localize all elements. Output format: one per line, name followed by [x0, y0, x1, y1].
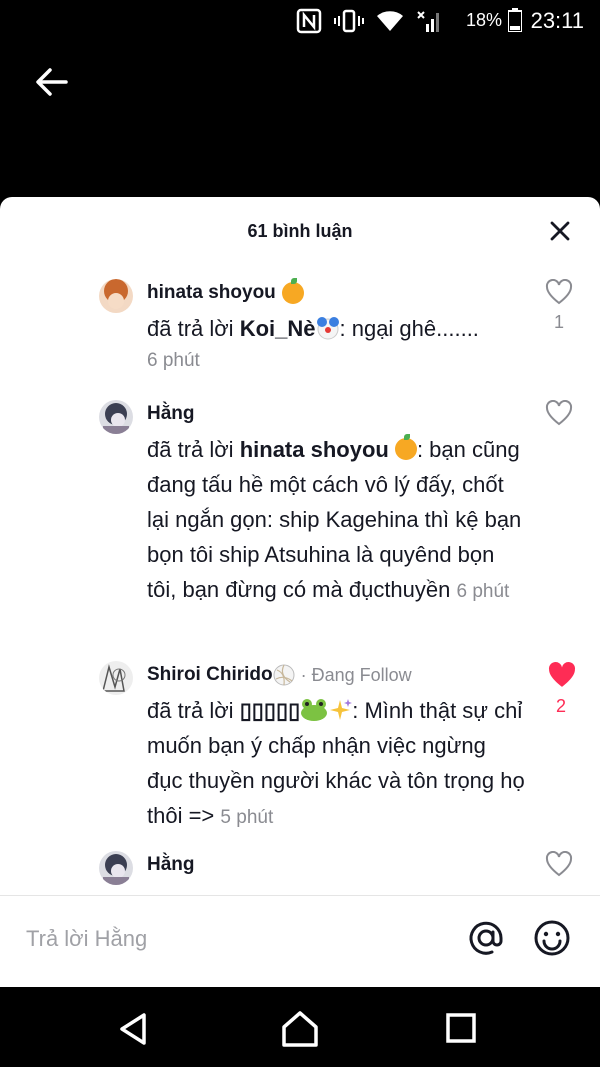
reply-prefix: đã trả lời: [147, 698, 234, 723]
username-text[interactable]: hinata shoyou: [147, 279, 276, 307]
signal-icon: [417, 11, 439, 32]
status-bar: 18% 23:11: [0, 0, 600, 42]
orange-emoji-icon: [281, 278, 304, 304]
reply-to-user[interactable]: ▯▯▯▯▯: [240, 698, 301, 723]
heart-outline-icon[interactable]: [545, 399, 573, 426]
status-icons: [296, 8, 442, 34]
comment-username[interactable]: Hằng: [147, 851, 527, 879]
nav-recents-icon[interactable]: [442, 1009, 482, 1049]
sparkles-emoji-icon: [330, 699, 353, 720]
comment-text: đã trả lời ▯▯▯▯▯: Mình thật sự chỉ muốn …: [147, 693, 527, 835]
frog-emoji-icon: [301, 699, 328, 721]
reply-input[interactable]: Trả lời Hằng: [26, 926, 147, 952]
comment-count-title: 61 bình luận: [247, 221, 353, 241]
battery-icon: [508, 8, 522, 32]
avatar[interactable]: [99, 400, 133, 434]
username-text[interactable]: Hằng: [147, 400, 195, 428]
close-icon[interactable]: [548, 219, 572, 243]
volleyball-emoji-icon: [273, 664, 295, 686]
comment-body: : ngại ghê.......: [339, 316, 479, 341]
username-text[interactable]: Shiroi Chirido: [147, 661, 273, 689]
battery-percent: 18%: [465, 10, 502, 30]
username-text[interactable]: Hằng: [147, 851, 195, 879]
comment-text: đã trả lời hinata shoyou : bạn cũng đang…: [147, 432, 527, 609]
like-count: 2: [555, 696, 566, 716]
back-arrow-icon[interactable]: [32, 62, 72, 102]
comment-username[interactable]: Hằng: [147, 400, 527, 428]
following-status[interactable]: · Đang Follow: [301, 661, 412, 689]
reply-prefix: đã trả lời: [147, 316, 234, 341]
mention-icon[interactable]: [466, 918, 506, 958]
reply-to-user[interactable]: Koi_Nè: [240, 316, 316, 341]
avatar[interactable]: [99, 279, 133, 313]
like-button[interactable]: [544, 399, 574, 431]
comment-username[interactable]: hinata shoyou: [147, 278, 527, 307]
nav-back-icon[interactable]: [114, 1009, 154, 1049]
reply-bar: Trả lời Hằng: [0, 895, 600, 987]
wifi-icon: [377, 11, 403, 31]
clock: 23:11: [530, 8, 584, 33]
like-button[interactable]: 2: [546, 661, 576, 717]
emoji-icon[interactable]: [532, 918, 572, 958]
like-button[interactable]: [544, 850, 574, 882]
heart-filled-icon[interactable]: [546, 661, 578, 689]
comment-item: hinata shoyou đã trả lời Koi_Nè : ngại gh…: [99, 278, 600, 372]
comment-item: Shiroi Chirido · Đang Follow đã trả lời …: [99, 661, 600, 835]
like-count: 1: [553, 312, 564, 332]
comment-time: 6 phút: [456, 581, 510, 602]
nav-home-icon[interactable]: [280, 1009, 320, 1049]
heart-outline-icon[interactable]: [545, 850, 573, 877]
sheet-header: 61 bình luận: [0, 197, 600, 265]
comment-username[interactable]: Shiroi Chirido · Đang Follow: [147, 661, 527, 689]
reply-to-user[interactable]: hinata shoyou: [240, 437, 389, 462]
comment-text: đã trả lời Koi_Nè : ngại ghê.......: [147, 311, 527, 346]
avatar[interactable]: [99, 851, 133, 885]
heart-outline-icon[interactable]: [545, 278, 573, 305]
vibrate-icon: [334, 9, 364, 33]
comments-sheet: 61 bình luận hinata shoyou đã trả lời Ko…: [0, 197, 600, 987]
nfc-icon: [296, 8, 322, 34]
comment-time: 6 phút: [147, 350, 200, 371]
orange-emoji-icon: [394, 434, 417, 460]
comment-time: 5 phút: [220, 807, 274, 828]
avatar[interactable]: [99, 661, 133, 695]
comment-item: Hằng đã trả lời hinata shoyou : bạn cũng…: [99, 399, 600, 609]
like-button[interactable]: 1: [544, 278, 574, 333]
system-nav-bar: [0, 987, 600, 1067]
comment-item: Hằng: [99, 850, 600, 885]
clown-emoji-icon: [316, 317, 339, 340]
reply-prefix: đã trả lời: [147, 437, 234, 462]
